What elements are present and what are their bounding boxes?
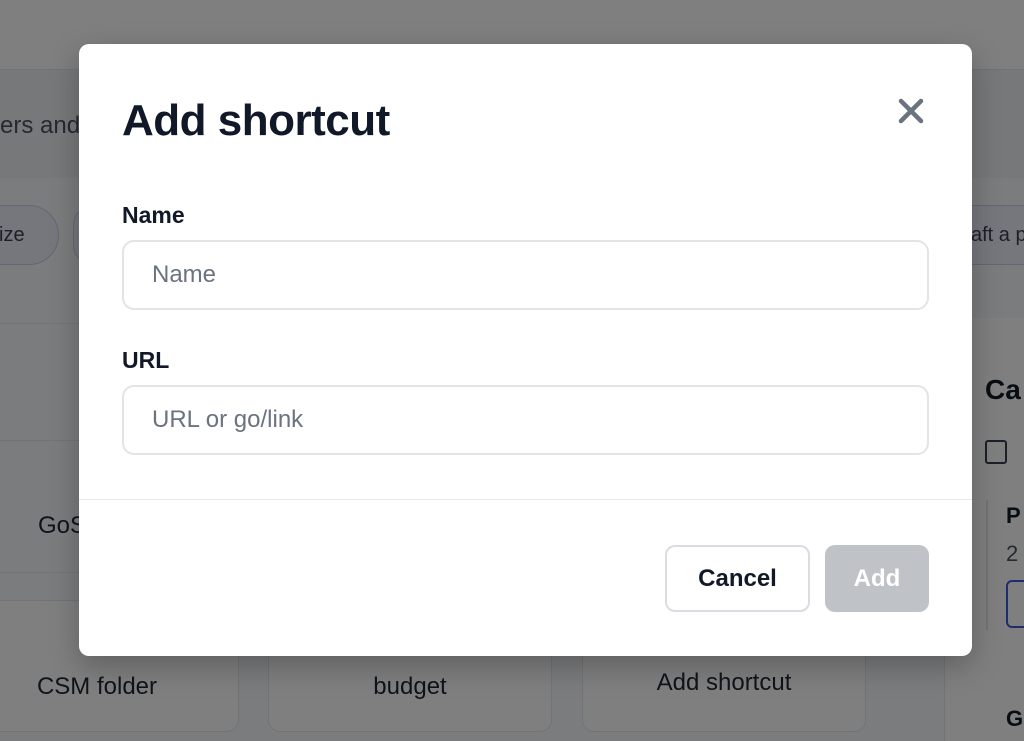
name-label: Name bbox=[122, 202, 185, 228]
close-icon bbox=[898, 98, 924, 124]
dialog-title: Add shortcut bbox=[122, 96, 390, 145]
footer-divider bbox=[79, 499, 972, 500]
name-input[interactable] bbox=[122, 240, 929, 310]
cancel-button[interactable]: Cancel bbox=[665, 545, 810, 612]
add-shortcut-dialog: Add shortcut Name URL Cancel Add bbox=[79, 44, 972, 656]
url-input[interactable] bbox=[122, 385, 929, 455]
add-button[interactable]: Add bbox=[825, 545, 929, 612]
url-label: URL bbox=[122, 347, 170, 373]
close-button[interactable] bbox=[889, 89, 933, 133]
